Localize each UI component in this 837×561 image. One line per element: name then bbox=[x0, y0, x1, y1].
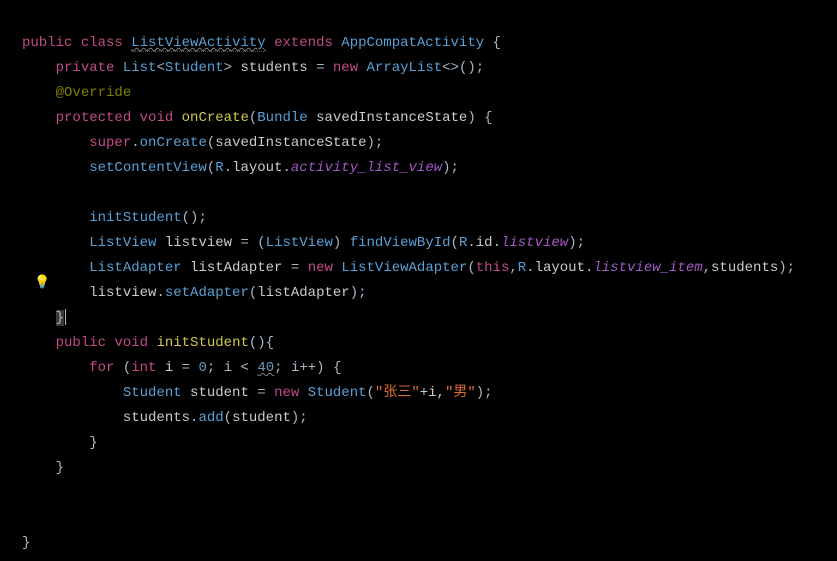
number: 40 bbox=[257, 360, 274, 376]
method-name: onCreate bbox=[182, 110, 249, 126]
keyword: super bbox=[89, 135, 131, 151]
annotation: @Override bbox=[56, 85, 132, 101]
type: Bundle bbox=[257, 110, 307, 126]
identifier: students bbox=[711, 260, 778, 276]
identifier: students bbox=[123, 410, 190, 426]
identifier: listview bbox=[165, 235, 232, 251]
method-call: setContentView bbox=[89, 160, 207, 176]
identifier: savedInstanceState bbox=[215, 135, 366, 151]
identifier: savedInstanceState bbox=[316, 110, 467, 126]
keyword: class bbox=[81, 35, 123, 51]
method-call: findViewById bbox=[350, 235, 451, 251]
keyword: new bbox=[333, 60, 358, 76]
field: listview_item bbox=[593, 260, 702, 276]
method-call: add bbox=[198, 410, 223, 426]
type: ListViewAdapter bbox=[341, 260, 467, 276]
identifier: listAdapter bbox=[190, 260, 282, 276]
type: Student bbox=[308, 385, 367, 401]
string: "张三" bbox=[375, 385, 420, 401]
keyword: void bbox=[114, 335, 148, 351]
keyword: this bbox=[476, 260, 510, 276]
type: ListView bbox=[266, 235, 333, 251]
keyword: public bbox=[56, 335, 106, 351]
keyword: protected bbox=[56, 110, 132, 126]
field: activity_list_view bbox=[291, 160, 442, 176]
type: ListView bbox=[89, 235, 156, 251]
type: AppCompatActivity bbox=[341, 35, 484, 51]
type: ListAdapter bbox=[89, 260, 181, 276]
method-name: initStudent bbox=[156, 335, 248, 351]
keyword: for bbox=[89, 360, 114, 376]
identifier: student bbox=[232, 410, 291, 426]
method-call: setAdapter bbox=[165, 285, 249, 301]
keyword: private bbox=[56, 60, 115, 76]
keyword: extends bbox=[274, 35, 333, 51]
keyword: int bbox=[131, 360, 156, 376]
type: R bbox=[459, 235, 467, 251]
type: List bbox=[123, 60, 157, 76]
method-call: onCreate bbox=[140, 135, 207, 151]
identifier: listview bbox=[89, 285, 156, 301]
keyword: new bbox=[308, 260, 333, 276]
method-call: initStudent bbox=[89, 210, 181, 226]
type: Student bbox=[165, 60, 224, 76]
keyword: void bbox=[140, 110, 174, 126]
keyword: public bbox=[22, 35, 72, 51]
text-caret bbox=[65, 309, 66, 325]
keyword: new bbox=[274, 385, 299, 401]
number: 0 bbox=[199, 360, 207, 376]
identifier: i bbox=[165, 360, 173, 376]
identifier: +i, bbox=[420, 385, 445, 401]
identifier: layout bbox=[535, 260, 585, 276]
identifier: listAdapter bbox=[257, 285, 349, 301]
string: "男" bbox=[445, 385, 476, 401]
code-editor[interactable]: public class ListViewActivity extends Ap… bbox=[22, 6, 795, 556]
identifier: layout bbox=[232, 160, 282, 176]
type: R bbox=[215, 160, 223, 176]
class-name: ListViewActivity bbox=[131, 35, 265, 52]
identifier: id bbox=[476, 235, 493, 251]
type: Student bbox=[123, 385, 182, 401]
type: R bbox=[518, 260, 526, 276]
type: ArrayList bbox=[367, 60, 443, 76]
field: listview bbox=[501, 235, 568, 251]
identifier: student bbox=[190, 385, 249, 401]
identifier: students bbox=[240, 60, 307, 76]
